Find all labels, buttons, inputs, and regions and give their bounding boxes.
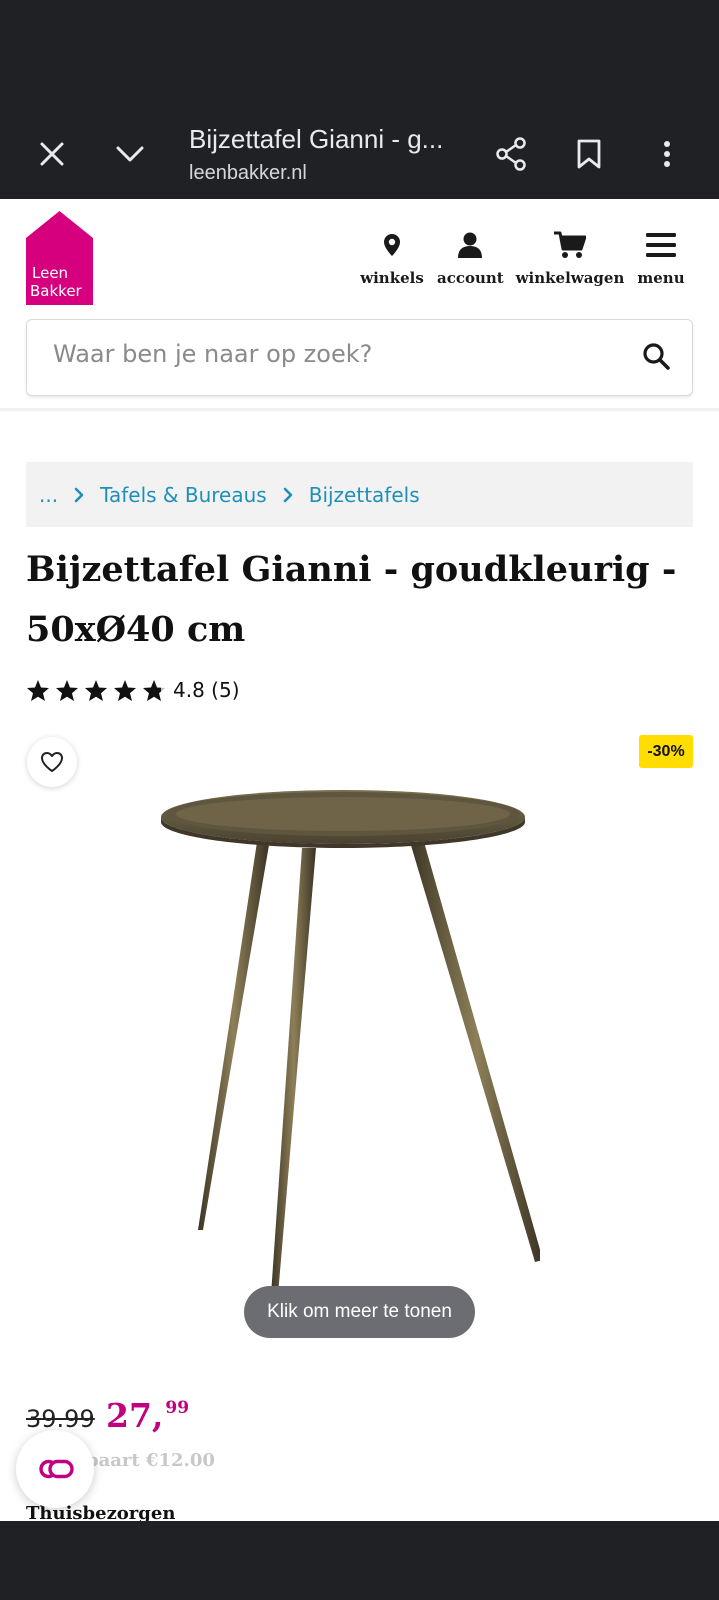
product-rating[interactable]: 4.8 (5) <box>26 678 240 702</box>
price-cents: 99 <box>165 1398 190 1418</box>
hamburger-menu-icon <box>646 233 676 257</box>
location-pin-icon <box>384 234 400 256</box>
current-price: 27, 99 <box>106 1396 189 1435</box>
nav-account[interactable]: account <box>437 227 504 287</box>
breadcrumb-ellipsis[interactable]: ... <box>39 483 58 507</box>
leen-bakker-logo[interactable]: Leen Bakker <box>26 211 93 305</box>
star-icon <box>85 679 107 701</box>
nav-winkels[interactable]: winkels <box>359 227 425 287</box>
status-bar <box>0 0 719 108</box>
tab-title: Bijzettafel Gianni - g... <box>189 124 444 154</box>
star-icon <box>56 679 78 701</box>
star-icon <box>27 679 49 701</box>
old-price: 39.99 <box>26 1405 95 1433</box>
close-icon <box>40 142 64 165</box>
more-options-button[interactable] <box>637 108 697 199</box>
user-icon <box>458 232 482 258</box>
star-icon <box>114 679 136 701</box>
breadcrumb-item-tafels-bureaus[interactable]: Tafels & Bureaus <box>100 483 267 507</box>
minimize-button[interactable] <box>100 108 160 199</box>
nav-winkelwagen[interactable]: winkelwagen <box>513 227 627 287</box>
browser-toolbar: Bijzettafel Gianni - g... leenbakker.nl <box>0 108 719 199</box>
product-title: Bijzettafel Gianni - goudkleurig - 50xØ4… <box>26 549 677 650</box>
nav-menu[interactable]: menu <box>636 227 686 287</box>
search-input[interactable] <box>53 340 613 368</box>
close-tab-button[interactable] <box>22 108 82 199</box>
page-url: leenbakker.nl <box>189 162 307 184</box>
share-icon <box>496 136 526 171</box>
bookmark-icon <box>577 139 601 168</box>
price-main: 27, <box>106 1396 164 1435</box>
svg-text:Leen: Leen <box>32 264 68 282</box>
search-bar <box>26 319 693 396</box>
star-half-icon <box>143 679 165 701</box>
chevron-down-icon <box>116 146 144 161</box>
savings-text: paart €12.00 <box>86 1450 215 1471</box>
svg-text:Bakker: Bakker <box>30 282 83 300</box>
product-image[interactable] <box>150 790 540 1300</box>
nav-label: winkels <box>360 269 424 287</box>
nav-label: winkelwagen <box>515 269 625 287</box>
breadcrumb-item-bijzettafels[interactable]: Bijzettafels <box>309 483 420 507</box>
more-vertical-icon <box>664 140 670 167</box>
co-logo-icon <box>39 1459 74 1479</box>
nav-label: account <box>437 269 504 287</box>
chevron-right-icon <box>74 487 84 503</box>
heart-icon <box>41 752 63 772</box>
discount-badge: -30% <box>639 735 693 768</box>
image-toast[interactable]: Klik om meer te tonen <box>244 1286 475 1338</box>
bookmark-button[interactable] <box>559 108 619 199</box>
floating-chat-button[interactable] <box>16 1430 94 1508</box>
system-navigation-bar <box>0 1521 719 1600</box>
wishlist-button[interactable] <box>27 737 77 787</box>
rating-text: 4.8 (5) <box>173 678 240 702</box>
share-button[interactable] <box>481 108 541 199</box>
nav-label: menu <box>637 269 685 287</box>
breadcrumb: ... Tafels & Bureaus Bijzettafels <box>26 462 693 527</box>
site-header: Leen Bakker winkels account winkelwagen … <box>0 199 719 411</box>
chevron-right-icon <box>283 487 293 503</box>
search-icon[interactable] <box>642 342 670 370</box>
cart-icon <box>554 231 586 258</box>
